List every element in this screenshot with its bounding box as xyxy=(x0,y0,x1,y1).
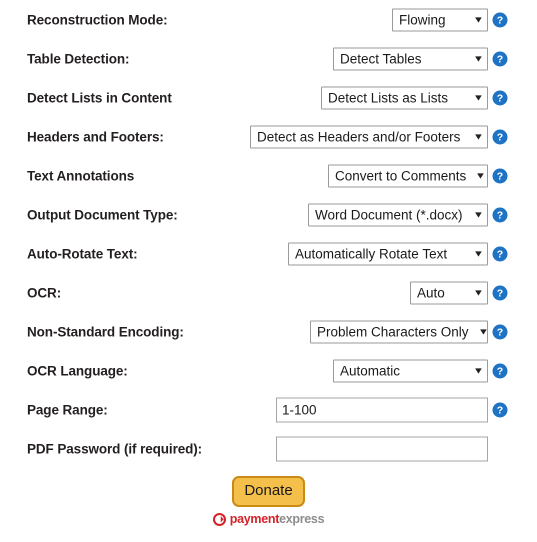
logo-brand-express: express xyxy=(279,512,325,526)
field-label: Headers and Footers: xyxy=(27,129,164,144)
select-value: Flowing xyxy=(399,12,446,27)
field-label: Table Detection: xyxy=(27,51,130,66)
svg-text:?: ? xyxy=(497,209,503,221)
field-label: PDF Password (if required): xyxy=(27,441,203,456)
field-label: Non-Standard Encoding: xyxy=(27,324,184,339)
select-dropdown[interactable]: Convert to Comments ▼ xyxy=(328,164,488,187)
form-row: Non-Standard Encoding: Problem Characters… xyxy=(0,312,537,351)
question-mark-icon[interactable]: ? xyxy=(492,90,508,106)
donate-section: Donate xyxy=(0,476,537,507)
svg-text:?: ? xyxy=(497,365,503,377)
field-label: Auto-Rotate Text: xyxy=(27,246,138,261)
select-dropdown[interactable]: Automatically Rotate Text ▼ xyxy=(288,242,488,265)
select-value: Auto xyxy=(417,285,445,300)
question-mark-icon[interactable]: ? xyxy=(492,402,508,418)
form-row: Text Annotations Convert to Comments ▼? xyxy=(0,156,537,195)
chevron-down-icon: ▼ xyxy=(472,53,485,63)
svg-text:?: ? xyxy=(497,14,503,26)
question-mark-icon[interactable]: ? xyxy=(492,363,508,379)
field-label: OCR Language: xyxy=(27,363,128,378)
form-row: Reconstruction Mode: Flowing ▼? xyxy=(0,0,537,39)
field-control: Automatically Rotate Text ▼ xyxy=(288,242,488,265)
field-label: Text Annotations xyxy=(27,168,135,183)
question-mark-icon[interactable]: ? xyxy=(492,207,508,223)
svg-text:?: ? xyxy=(497,53,503,65)
field-control: Detect Tables ▼ xyxy=(333,47,488,70)
question-mark-icon[interactable]: ? xyxy=(492,129,508,145)
select-dropdown[interactable]: Word Document (*.docx) ▼ xyxy=(308,203,488,226)
select-dropdown[interactable]: Problem Characters Only ▼ xyxy=(310,320,489,343)
question-mark-icon[interactable]: ? xyxy=(492,246,508,262)
select-value: Automatically Rotate Text xyxy=(295,246,448,261)
payment-express-logo: paymentexpress xyxy=(0,513,537,526)
svg-text:?: ? xyxy=(497,170,503,182)
text-input[interactable] xyxy=(276,436,488,461)
conversion-options-form: Reconstruction Mode: Flowing ▼? Table Detec… xyxy=(0,0,537,468)
svg-text:?: ? xyxy=(497,131,503,143)
chevron-down-icon: ▼ xyxy=(472,131,485,141)
chevron-down-icon: ▼ xyxy=(472,14,485,24)
chevron-down-icon: ▼ xyxy=(472,92,485,102)
field-control: Problem Characters Only ▼ xyxy=(310,320,489,343)
select-value: Detect as Headers and/or Footers xyxy=(257,129,461,144)
select-dropdown[interactable]: Automatic ▼ xyxy=(333,359,488,382)
select-value: Detect Lists as Lists xyxy=(328,90,449,105)
select-dropdown[interactable]: Detect Lists as Lists ▼ xyxy=(321,86,488,109)
select-value: Detect Tables xyxy=(340,51,422,66)
field-control: Automatic ▼ xyxy=(333,359,488,382)
select-value: Problem Characters Only xyxy=(317,324,469,339)
svg-text:?: ? xyxy=(497,404,503,416)
question-mark-icon[interactable]: ? xyxy=(492,285,508,301)
form-row: Output Document Type: Word Document (*.do… xyxy=(0,195,537,234)
logo-brand-payment: payment xyxy=(229,512,280,526)
select-value: Word Document (*.docx) xyxy=(315,207,463,222)
chevron-down-icon: ▼ xyxy=(472,365,485,375)
select-dropdown[interactable]: Flowing ▼ xyxy=(392,8,488,31)
form-row: Page Range: 1-100? xyxy=(0,390,537,429)
field-control: 1-100 xyxy=(276,397,488,422)
field-control: Convert to Comments ▼ xyxy=(328,164,488,187)
select-dropdown[interactable]: Detect Tables ▼ xyxy=(333,47,488,70)
form-row: Detect Lists in Content Detect Lists as L… xyxy=(0,78,537,117)
chevron-down-icon: ▼ xyxy=(472,248,485,258)
chevron-down-icon: ▼ xyxy=(477,326,489,336)
form-row: Table Detection: Detect Tables ▼? xyxy=(0,39,537,78)
field-label: OCR: xyxy=(27,285,62,300)
payment-express-o-mark xyxy=(212,513,226,526)
question-mark-icon[interactable]: ? xyxy=(492,168,508,184)
svg-text:?: ? xyxy=(497,287,503,299)
form-row: Headers and Footers: Detect as Headers an… xyxy=(0,117,537,156)
field-label: Detect Lists in Content xyxy=(27,90,172,105)
field-control xyxy=(276,436,488,461)
select-dropdown[interactable]: Auto ▼ xyxy=(410,281,488,304)
form-row: OCR: Auto ▼? xyxy=(0,273,537,312)
donate-button[interactable]: Donate xyxy=(232,476,305,507)
question-mark-icon[interactable]: ? xyxy=(492,51,508,67)
field-control: Detect Lists as Lists ▼ xyxy=(321,86,488,109)
field-control: Flowing ▼ xyxy=(392,8,488,31)
form-row: PDF Password (if required): xyxy=(0,429,537,468)
select-value: Convert to Comments xyxy=(335,168,467,183)
svg-text:?: ? xyxy=(497,92,503,104)
field-label: Output Document Type: xyxy=(27,207,178,222)
form-row: Auto-Rotate Text: Automatically Rotate Te… xyxy=(0,234,537,273)
chevron-down-icon: ▼ xyxy=(475,170,487,180)
form-row: OCR Language: Automatic ▼? xyxy=(0,351,537,390)
question-mark-icon[interactable]: ? xyxy=(492,324,508,340)
select-value: Automatic xyxy=(340,363,401,378)
chevron-down-icon: ▼ xyxy=(472,209,485,219)
svg-text:?: ? xyxy=(497,248,503,260)
field-label: Page Range: xyxy=(27,402,108,417)
svg-text:?: ? xyxy=(497,326,503,338)
text-input[interactable]: 1-100 xyxy=(276,397,488,422)
question-mark-icon[interactable]: ? xyxy=(492,12,508,28)
select-dropdown[interactable]: Detect as Headers and/or Footers ▼ xyxy=(250,125,488,148)
chevron-down-icon: ▼ xyxy=(472,287,485,297)
field-control: Word Document (*.docx) ▼ xyxy=(308,203,488,226)
field-control: Auto ▼ xyxy=(410,281,488,304)
field-label: Reconstruction Mode: xyxy=(27,12,168,27)
field-control: Detect as Headers and/or Footers ▼ xyxy=(250,125,488,148)
